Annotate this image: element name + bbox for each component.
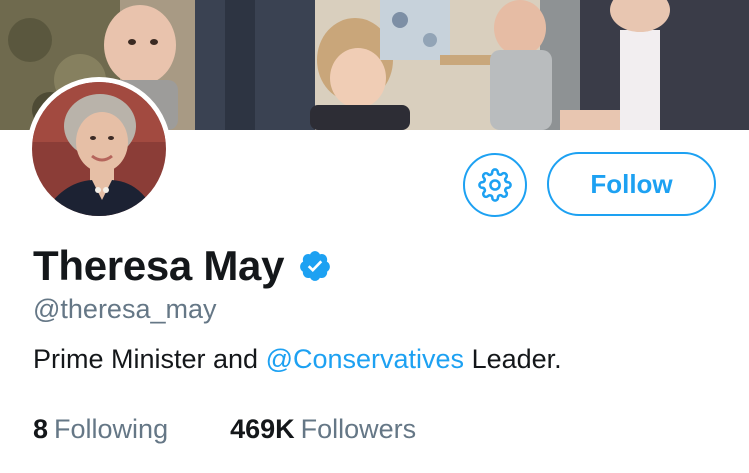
- verified-badge-icon: [300, 251, 331, 281]
- bio-text-after: Leader.: [464, 344, 562, 374]
- followers-label: Followers: [300, 414, 417, 444]
- bio-text-before: Prime Minister and: [33, 344, 266, 374]
- followers-count: 469K: [230, 414, 295, 444]
- followers-stat-link[interactable]: 469K Followers: [230, 414, 416, 445]
- profile-stats: 8 Following 469K Followers: [33, 414, 416, 445]
- gear-icon: [478, 168, 512, 202]
- following-stat-link[interactable]: 8 Following: [33, 414, 168, 445]
- user-handle: @theresa_may: [33, 294, 217, 324]
- display-name-row: Theresa May: [33, 240, 332, 292]
- profile-bio: Prime Minister and @Conservatives Leader…: [33, 344, 562, 375]
- follow-button[interactable]: Follow: [547, 152, 716, 216]
- settings-button[interactable]: [463, 153, 527, 217]
- profile-page: Follow Theresa May @theresa_may Prime Mi…: [0, 0, 749, 473]
- following-count: 8: [33, 414, 49, 444]
- following-label: Following: [54, 414, 169, 444]
- profile-avatar[interactable]: [27, 77, 171, 221]
- display-name: Theresa May: [33, 242, 285, 289]
- bio-mention-link[interactable]: @Conservatives: [266, 344, 464, 374]
